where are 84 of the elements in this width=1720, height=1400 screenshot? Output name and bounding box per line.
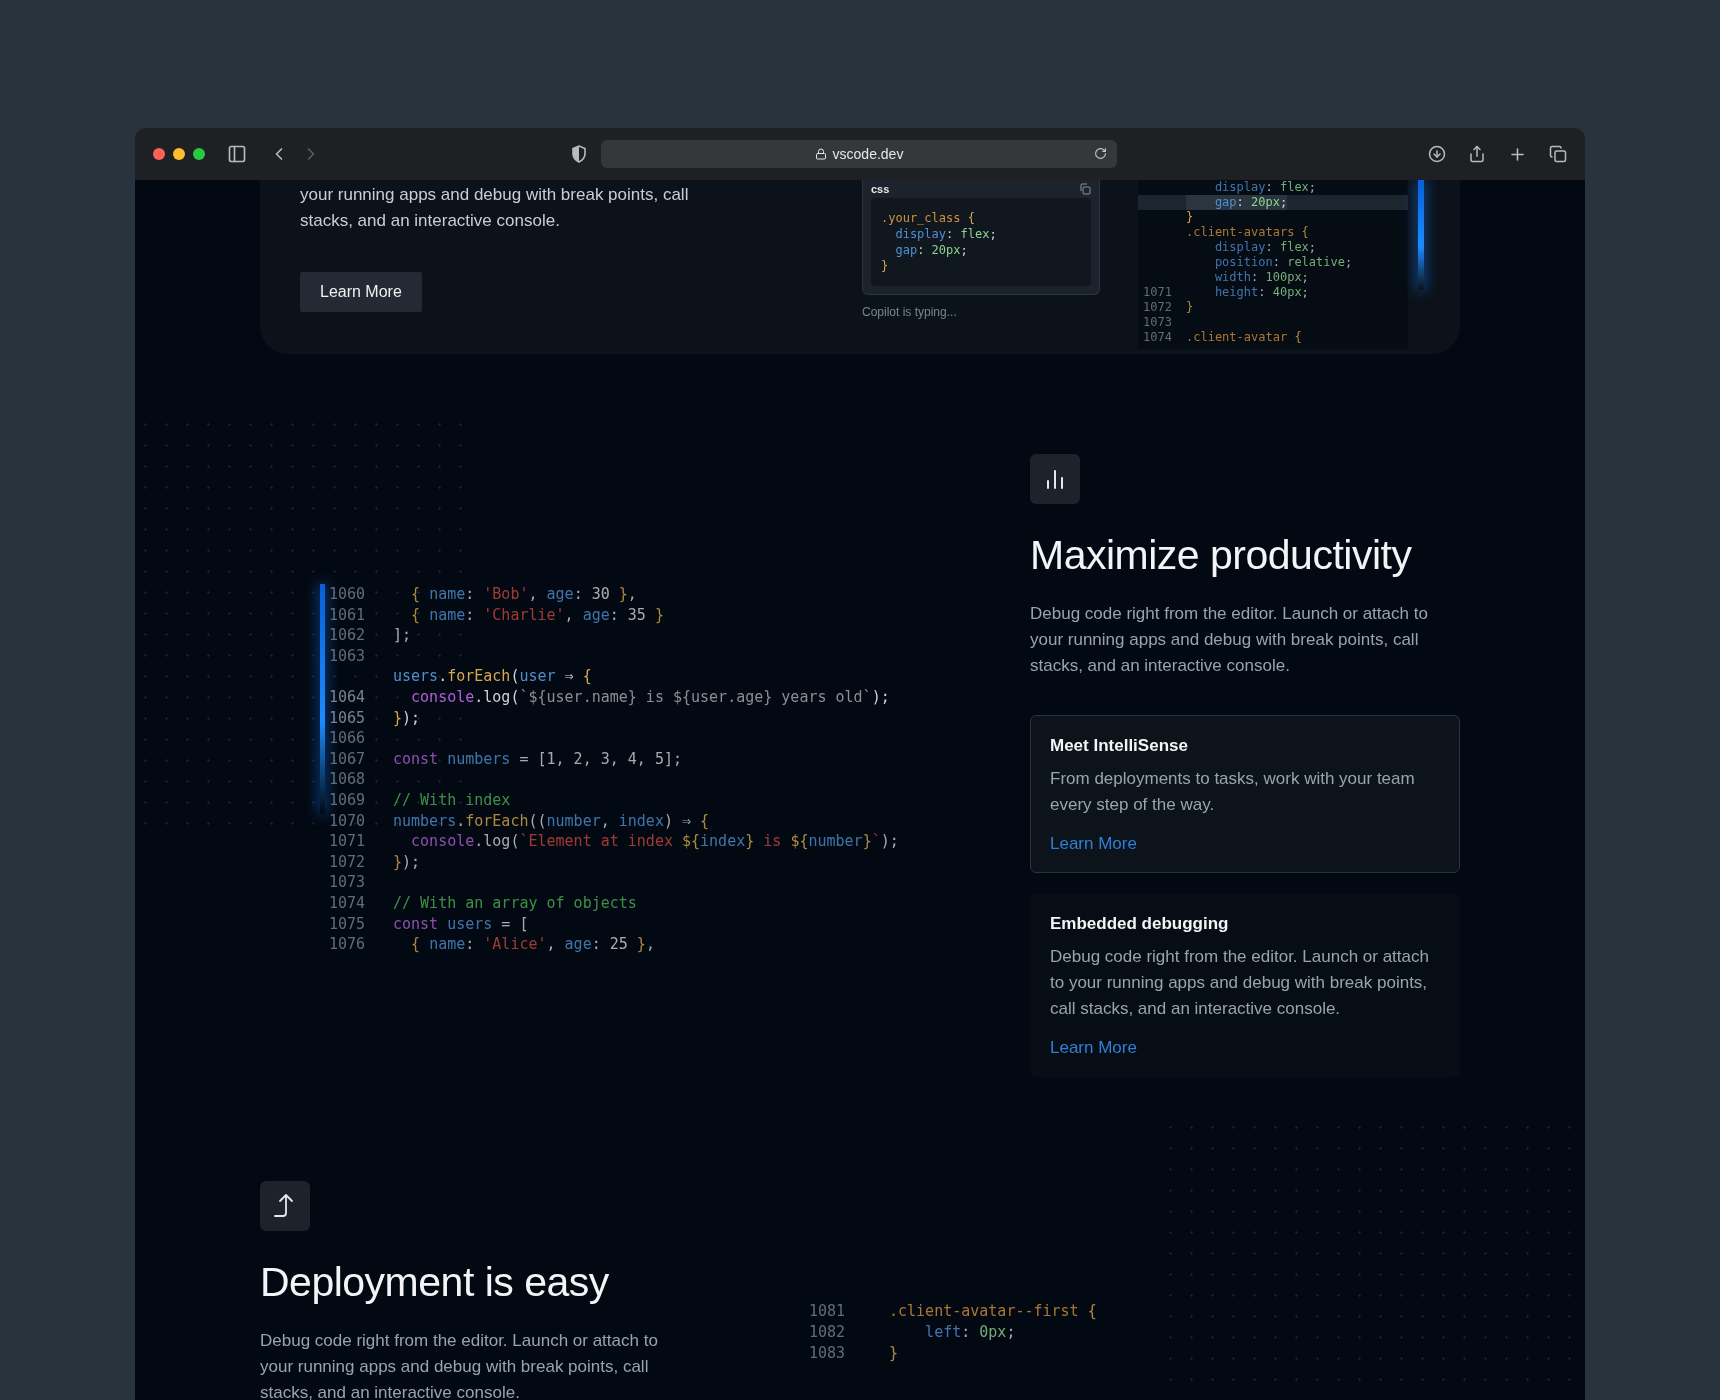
download-icon[interactable] xyxy=(1428,145,1446,163)
code-line: ]; xyxy=(393,625,412,646)
line-number: 1066 xyxy=(329,728,363,749)
lock-icon xyxy=(814,148,827,160)
code-line: console.log(`${user.name} is ${user.age} years old`); xyxy=(410,686,890,708)
card-title: Embedded debugging xyxy=(1050,914,1230,934)
line-number: 1074 xyxy=(1142,330,1172,345)
code-line: height: 40px; xyxy=(1213,285,1309,300)
line-number: 1062 xyxy=(329,625,363,646)
line-number: 1082 xyxy=(807,1322,845,1343)
code-line: numbers.forEach((number, index) ⇒ { xyxy=(393,810,710,832)
feature-card[interactable]: Meet IntelliSense From deployments to tasks, work with your team every step of the way. Learn More xyxy=(1030,715,1460,873)
code-line: // With an array of objects xyxy=(393,892,637,914)
bar-chart-icon xyxy=(1045,468,1065,490)
code-line: }); xyxy=(393,851,421,873)
learn-more-button[interactable]: Learn More xyxy=(300,272,422,312)
line-number: 1060 xyxy=(329,584,363,605)
line-number: 1070 xyxy=(329,810,363,832)
card-description: Debug code right from the editor. Launch or attach to your running apps and debug with break points, call stacks, and an interactive console. xyxy=(1050,946,1430,1020)
section-description: Debug code right from the editor. Launch or attach to your running apps and debug with break points, call stacks, and an interactive console. xyxy=(260,1330,659,1400)
line-number: 1076 xyxy=(329,934,363,955)
code-line: }); xyxy=(393,707,421,729)
code-line: display: flex; xyxy=(1213,180,1317,195)
line-number: 1075 xyxy=(329,913,363,935)
learn-more-link[interactable]: Learn More xyxy=(1050,834,1137,854)
code-line: // With index xyxy=(393,789,511,811)
code-line: display: flex; xyxy=(894,226,997,242)
close-window-button[interactable] xyxy=(153,148,165,160)
code-line: } xyxy=(881,258,889,274)
code-line: users.forEach(user ⇒ { xyxy=(393,666,592,687)
section-heading: Maximize productivity xyxy=(1030,532,1413,579)
line-number: 1072 xyxy=(1142,300,1172,315)
feature-card[interactable]: Embedded debugging Debug code right from the editor. Launch or attach to your running apps and debug with break points, call stacks, and an interactive console. Learn More xyxy=(1030,893,1460,1077)
line-number: 1071 xyxy=(1142,285,1172,300)
line-number: 1072 xyxy=(329,851,363,873)
code-line: width: 100px; xyxy=(1213,270,1309,285)
line-number: 1083 xyxy=(807,1343,845,1364)
learn-more-link[interactable]: Learn More xyxy=(1050,1038,1137,1058)
code-line: { name: 'Bob', age: 30 }, xyxy=(410,584,637,605)
line-number: 1064 xyxy=(329,686,363,708)
url-text: vscode.dev xyxy=(832,146,904,162)
line-number: 1069 xyxy=(329,789,363,811)
tab-overview-icon[interactable] xyxy=(1549,145,1567,163)
code-line: .client-avatar { xyxy=(1186,330,1302,345)
zoom-window-button[interactable] xyxy=(193,148,205,160)
code-line: console.log(`Element at index ${index} is ${number}`); xyxy=(410,831,899,852)
card-title: Meet IntelliSense xyxy=(1050,736,1189,756)
line-number: 1071 xyxy=(329,831,363,852)
line-number: 1065 xyxy=(329,707,363,729)
code-line: } xyxy=(1186,300,1194,315)
sidebar-icon[interactable] xyxy=(227,144,247,164)
share-icon[interactable] xyxy=(1468,145,1486,163)
code-line: .your_class { xyxy=(881,210,975,226)
line-number: 1063 xyxy=(329,645,363,667)
address-bar[interactable]: vscode.dev xyxy=(601,140,1117,168)
code-line: left: 0px; xyxy=(924,1322,1016,1343)
code-line: .client-avatar--first { xyxy=(889,1301,1097,1322)
card-description: From deployments to tasks, work with your team every step of the way. xyxy=(1050,768,1416,816)
line-number: 1073 xyxy=(329,872,363,893)
code-line: const users = [ xyxy=(393,913,529,935)
line-number: 1067 xyxy=(329,748,363,770)
line-number: 1068 xyxy=(329,769,363,790)
code-line: position: relative; xyxy=(1213,255,1353,270)
code-line: gap: 20px; xyxy=(894,242,968,258)
copy-icon[interactable] xyxy=(1079,183,1091,195)
line-number: 1074 xyxy=(329,892,363,914)
language-label: css xyxy=(871,183,890,195)
code-line: { name: 'Alice', age: 25 }, xyxy=(410,934,655,955)
code-line: } xyxy=(1186,210,1194,225)
description-text: your running apps and debug with break points, call stacks, and an interactive console. xyxy=(300,184,690,232)
minimize-window-button[interactable] xyxy=(173,148,185,160)
typing-status-text: Copilot is typing... xyxy=(862,305,958,319)
line-number: 1073 xyxy=(1142,315,1172,330)
shield-icon[interactable] xyxy=(571,145,587,163)
line-number: 1081 xyxy=(807,1301,845,1322)
reload-icon[interactable] xyxy=(1094,147,1107,160)
code-line: .client-avatars { xyxy=(1186,225,1309,240)
code-line: display: flex; xyxy=(1213,240,1317,255)
line-number: 1061 xyxy=(329,604,363,626)
section-heading: Deployment is easy xyxy=(260,1259,610,1306)
code-line: const numbers = [1, 2, 3, 4, 5]; xyxy=(393,748,682,770)
code-line: { name: 'Charlie', age: 35 } xyxy=(410,604,664,626)
section-description: Debug code right from the editor. Launch or attach to your running apps and debug with break points, call stacks, and an interactive console. xyxy=(1030,603,1429,677)
code-line: } xyxy=(889,1343,899,1364)
